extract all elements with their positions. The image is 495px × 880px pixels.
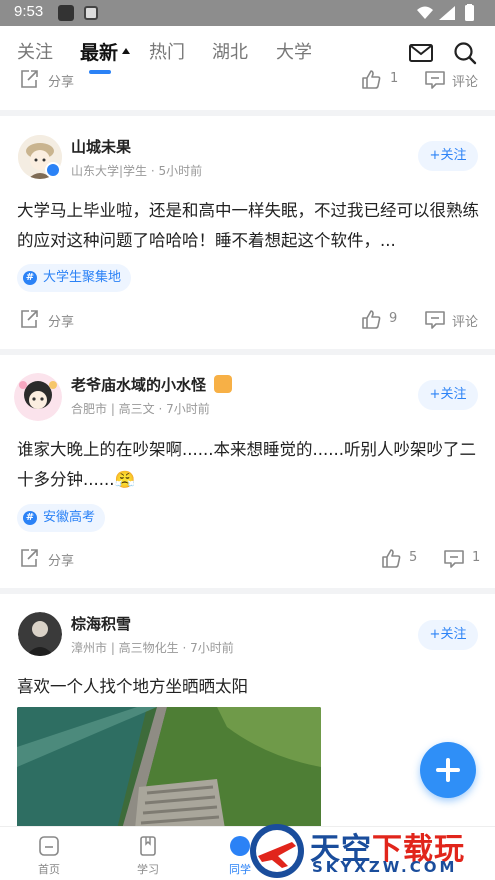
like-count: 1 <box>390 71 399 86</box>
user-name[interactable]: 棕海积雪 <box>71 613 131 634</box>
post-divider <box>0 588 495 594</box>
system-status-icons <box>417 4 474 21</box>
post-content[interactable]: 大学马上毕业啦，还是和高中一样失眠，不过我已经可以很熟练的应对这种问题了哈哈哈！… <box>17 196 483 256</box>
comment-icon[interactable] <box>443 547 465 569</box>
user-meta: 山东大学|学生 · 5小时前 <box>71 164 203 178</box>
previous-post-action-bar: 分享 1 评论 <box>0 60 495 100</box>
post-photo[interactable] <box>17 707 321 829</box>
post-content[interactable]: 喜欢一个人找个地方坐晒晒太阳 <box>17 672 483 702</box>
book-icon <box>140 836 156 856</box>
notification-icon <box>58 5 74 21</box>
comment-label[interactable]: 评论 <box>452 311 478 330</box>
like-icon[interactable] <box>360 308 382 330</box>
hashtag-icon: # <box>23 511 37 525</box>
like-count: 9 <box>389 311 398 326</box>
topic-tag-label: 大学生聚集地 <box>43 270 122 285</box>
post-divider <box>0 110 495 116</box>
follow-button[interactable]: +关注 <box>418 380 478 410</box>
share-label[interactable]: 分享 <box>48 550 74 569</box>
comment-icon[interactable] <box>424 68 446 90</box>
verified-badge-icon <box>45 162 61 178</box>
like-icon[interactable] <box>360 68 382 90</box>
comment-icon[interactable] <box>424 308 446 330</box>
home-icon <box>39 836 59 856</box>
user-meta: 合肥市 | 高三文 · 7小时前 <box>71 402 210 416</box>
share-label[interactable]: 分享 <box>48 311 74 330</box>
watermark-logo: 天空下载玩 SKYXZW.COM <box>246 820 495 880</box>
like-count: 5 <box>409 550 418 565</box>
post-divider <box>0 349 495 355</box>
post-content[interactable]: 谁家大晚上的在吵架啊......本来想睡觉的......听别人吵架吵了二十多分钟… <box>17 435 483 495</box>
follow-button[interactable]: +关注 <box>418 141 478 171</box>
signal-icon <box>439 6 455 20</box>
nav-study[interactable]: 学习 <box>118 835 178 877</box>
nav-study-label: 学习 <box>137 863 159 876</box>
avatar[interactable] <box>14 373 62 421</box>
topic-tag[interactable]: # 安徽高考 <box>17 504 106 532</box>
dropdown-caret-icon[interactable] <box>122 48 130 54</box>
user-name[interactable]: 老爷庙水域的小水怪 <box>71 374 206 395</box>
nav-home-label: 首页 <box>38 863 60 876</box>
hashtag-icon: # <box>23 271 37 285</box>
share-icon[interactable] <box>18 547 40 569</box>
share-icon[interactable] <box>18 68 40 90</box>
level-badge-icon <box>214 375 232 393</box>
topic-tag-label: 安徽高考 <box>43 510 96 525</box>
follow-button[interactable]: +关注 <box>418 620 478 650</box>
create-post-button[interactable] <box>420 742 476 798</box>
topic-tag[interactable]: # 大学生聚集地 <box>17 264 132 292</box>
app-notification-icon <box>84 6 98 20</box>
share-label[interactable]: 分享 <box>48 71 74 90</box>
share-icon[interactable] <box>18 308 40 330</box>
watermark-url: SKYXZW.COM <box>312 858 458 876</box>
avatar[interactable] <box>18 612 62 656</box>
user-meta: 漳州市 | 高三物化生 · 7小时前 <box>71 641 234 655</box>
nav-home[interactable]: 首页 <box>19 835 79 877</box>
battery-icon <box>465 5 474 21</box>
post-action-bar: 分享 5 1 <box>0 539 495 579</box>
user-name[interactable]: 山城未果 <box>71 136 131 157</box>
like-icon[interactable] <box>380 547 402 569</box>
wifi-icon <box>417 6 433 19</box>
comment-label[interactable]: 评论 <box>452 71 478 90</box>
status-time: 9:53 <box>14 3 44 20</box>
watermark-emblem-icon <box>250 824 304 878</box>
post-action-bar: 分享 9 评论 <box>0 300 495 340</box>
status-bar: 9:53 <box>0 0 495 26</box>
comment-count[interactable]: 1 <box>472 550 480 565</box>
